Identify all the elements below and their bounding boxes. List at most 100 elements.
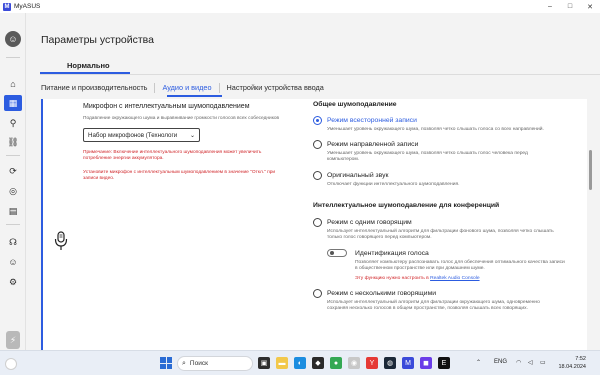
option-label: Режим всесторонней записи bbox=[327, 117, 417, 124]
close-button[interactable]: ✕ bbox=[580, 0, 600, 13]
chevron-down-icon: ⌄ bbox=[189, 132, 195, 139]
battery-warning: Примечание: Включение интеллектуального … bbox=[83, 150, 262, 161]
settings-panel: Микрофон с интеллектуальным шумоподавлен… bbox=[41, 99, 587, 350]
noise-cancel-section: Общее шумоподавление Режим всесторонней … bbox=[313, 99, 583, 312]
radio-all-direction[interactable] bbox=[313, 116, 322, 125]
home-icon[interactable]: ⌂ bbox=[4, 76, 22, 92]
tab-separator bbox=[218, 83, 220, 93]
microphone-select[interactable]: Набор микрофонов (Технологи ⌄ bbox=[83, 128, 200, 142]
microphone-select-value: Набор микрофонов (Технологи bbox=[88, 131, 178, 139]
realtek-link-line: Эту функцию нужно настроить в Realtek Au… bbox=[355, 276, 583, 281]
conference-noise-title: Интеллектуальное шумоподавление для конф… bbox=[313, 202, 500, 209]
asus-key-icon[interactable]: ⚡ bbox=[6, 331, 20, 349]
taskbar-search[interactable]: ⌕ Поиск bbox=[177, 356, 253, 371]
option-description: Уменьшает уровень окружающего шума, позв… bbox=[327, 151, 528, 162]
chrome-icon[interactable]: ● bbox=[330, 357, 342, 369]
link-icon[interactable]: ⛓ bbox=[4, 134, 22, 150]
support-icon[interactable]: ☊ bbox=[4, 234, 22, 250]
microphone-description: Подавление окружающего шума и выравниван… bbox=[83, 116, 280, 121]
left-nav-rail: ☺ ⌂ ▦ ⚲ ⛓ ⟳ ◎ ▤ ☊ ☺ ⚙ ⚡ bbox=[0, 13, 26, 350]
wifi-icon[interactable]: ◠ bbox=[516, 359, 521, 366]
page-title: Параметры устройства bbox=[41, 34, 154, 46]
settings-icon[interactable]: ⚙ bbox=[4, 274, 22, 290]
news-icon[interactable]: ▤ bbox=[4, 203, 22, 219]
window-controls: – □ ✕ bbox=[540, 0, 600, 13]
radio-multi-speaker[interactable] bbox=[313, 289, 322, 298]
option-description: Использует интеллектуальный алгоритм для… bbox=[327, 300, 540, 311]
microphone-title: Микрофон с интеллектуальным шумоподавлен… bbox=[83, 103, 250, 110]
tab-separator bbox=[154, 83, 156, 93]
battery-icon[interactable]: ▭ bbox=[540, 359, 546, 366]
radio-original-sound[interactable] bbox=[313, 171, 322, 180]
epic-games-icon[interactable]: E bbox=[438, 357, 450, 369]
minimize-button[interactable]: – bbox=[540, 0, 560, 13]
search-icon: ⌕ bbox=[182, 359, 186, 367]
recommendations-icon[interactable]: ◎ bbox=[4, 183, 22, 199]
rail-divider bbox=[6, 224, 20, 225]
realtek-link-prefix: Эту функцию нужно настроить в bbox=[355, 276, 429, 281]
edge-icon[interactable]: ◐ bbox=[294, 357, 306, 369]
tab-input-devices[interactable]: Настройки устройства ввода bbox=[227, 83, 324, 93]
tab-power-performance[interactable]: Питание и производительность bbox=[41, 83, 147, 93]
clock-date: 18.04.2024 bbox=[558, 364, 586, 370]
option-label: Режим направленной записи bbox=[327, 141, 419, 148]
app-title: MyASUS bbox=[14, 3, 41, 10]
title-bar: M MyASUS – □ ✕ bbox=[0, 0, 600, 13]
scrollbar-thumb[interactable] bbox=[589, 150, 592, 190]
subtabs: Питание и производительность Аудио и вид… bbox=[41, 83, 324, 93]
yandex-icon[interactable]: Y bbox=[366, 357, 378, 369]
option-description: Использует интеллектуальный алгоритм для… bbox=[327, 229, 554, 240]
voice-id-description: Позволяет компьютеру распознавать голос … bbox=[355, 260, 565, 271]
app-logo-icon: M bbox=[3, 2, 11, 11]
realtek-audio-console-link[interactable]: Realtek Audio Console bbox=[430, 276, 479, 281]
app-icon[interactable]: ◼ bbox=[420, 357, 432, 369]
taskbar: ⌕ Поиск ▣ ▬ ◐ ◆ ● ◉ Y ◍ M ◼ E ⌃ ENG ◠ ◁ … bbox=[0, 350, 600, 375]
volume-icon[interactable]: ◁ bbox=[528, 359, 533, 366]
maximize-button[interactable]: □ bbox=[560, 0, 580, 13]
voice-id-label: Идентификация голоса bbox=[355, 250, 429, 257]
file-explorer-icon[interactable]: ▬ bbox=[276, 357, 288, 369]
option-label: Режим с несколькими говорящими bbox=[327, 290, 437, 297]
device-settings-icon[interactable]: ▦ bbox=[4, 95, 22, 111]
clock-time: 7:52 bbox=[575, 356, 586, 362]
tray-chevron-icon[interactable]: ⌃ bbox=[476, 359, 481, 366]
myasus-taskbar-icon[interactable]: M bbox=[402, 357, 414, 369]
tab-divider bbox=[40, 74, 600, 75]
teams-icon[interactable]: ◉ bbox=[348, 357, 360, 369]
option-single-speaker[interactable]: Режим с одним говорящим Использует интел… bbox=[313, 218, 583, 241]
option-all-direction[interactable]: Режим всесторонней записи Уменьшает уров… bbox=[313, 116, 583, 133]
video-warning: Установите микрофон с интеллектуальным ш… bbox=[83, 170, 276, 181]
option-label: Оригинальный звук bbox=[327, 172, 389, 179]
start-button[interactable] bbox=[160, 357, 172, 369]
general-noise-title: Общее шумоподавление bbox=[313, 101, 397, 108]
option-description: Отключает функции интеллектуального шумо… bbox=[327, 182, 460, 187]
microphone-section: Микрофон с интеллектуальным шумоподавлен… bbox=[83, 103, 283, 182]
microphone-icon bbox=[54, 231, 68, 250]
update-icon[interactable]: ⟳ bbox=[4, 163, 22, 179]
main-content: Параметры устройства Нормально Питание и… bbox=[26, 13, 600, 350]
voice-id-row: Идентификация голоса Позволяет компьютер… bbox=[313, 249, 583, 281]
voice-id-toggle[interactable] bbox=[327, 249, 347, 257]
weather-icon[interactable] bbox=[5, 358, 17, 370]
radio-directional[interactable] bbox=[313, 140, 322, 149]
subtab-active-indicator bbox=[167, 95, 222, 97]
tab-normal-mode[interactable]: Нормально bbox=[67, 61, 110, 70]
tab-audio-video[interactable]: Аудио и видео bbox=[162, 83, 211, 93]
radio-single-speaker[interactable] bbox=[313, 218, 322, 227]
option-label: Режим с одним говорящим bbox=[327, 219, 412, 226]
wrench-icon[interactable]: ⚲ bbox=[4, 115, 22, 131]
avatar[interactable]: ☺ bbox=[5, 31, 21, 47]
language-indicator[interactable]: ENG bbox=[494, 359, 507, 365]
steam-icon[interactable]: ◍ bbox=[384, 357, 396, 369]
option-description: Уменьшает уровень окружающего шума, позв… bbox=[327, 127, 544, 132]
option-original-sound[interactable]: Оригинальный звук Отключает функции инте… bbox=[313, 171, 583, 188]
rail-divider bbox=[6, 57, 20, 58]
option-multi-speaker[interactable]: Режим с несколькими говорящими Используе… bbox=[313, 289, 583, 312]
store-icon[interactable]: ◆ bbox=[312, 357, 324, 369]
rail-divider bbox=[6, 155, 20, 156]
user-icon[interactable]: ☺ bbox=[4, 254, 22, 270]
task-view-icon[interactable]: ▣ bbox=[258, 357, 270, 369]
option-directional[interactable]: Режим направленной записи Уменьшает уров… bbox=[313, 140, 583, 163]
clock[interactable]: 7:52 18.04.2024 bbox=[558, 355, 586, 371]
search-placeholder: Поиск bbox=[189, 360, 208, 367]
